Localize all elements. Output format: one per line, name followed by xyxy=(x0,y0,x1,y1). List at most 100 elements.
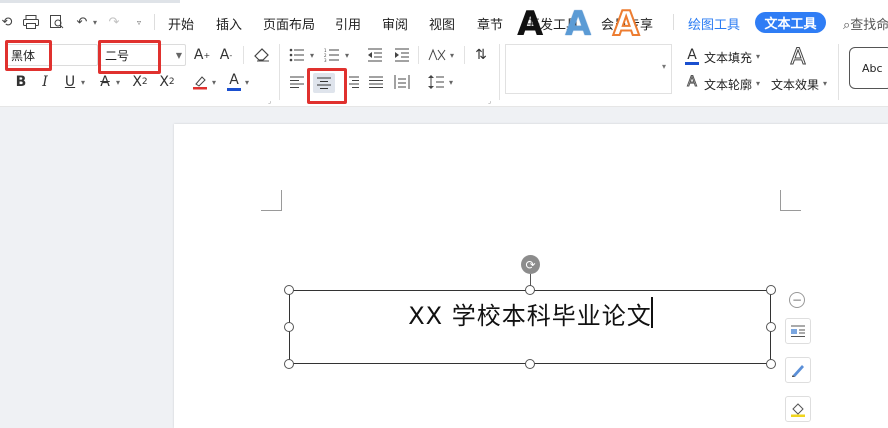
svg-text:3: 3 xyxy=(324,58,327,62)
numbered-list-dropdown-icon[interactable]: ▾ xyxy=(343,46,351,64)
tab-drawing-tools[interactable]: 绘图工具 xyxy=(688,14,740,33)
text-direction-icon[interactable] xyxy=(427,46,447,64)
font-color-icon[interactable]: A xyxy=(226,71,242,89)
shape-style-preview[interactable]: Abc xyxy=(849,47,888,89)
italic-icon[interactable]: I xyxy=(38,73,52,91)
shape-outline-button[interactable] xyxy=(785,357,811,383)
redo-icon[interactable]: ↷ xyxy=(106,12,122,32)
text-caret xyxy=(651,297,653,328)
page-margin-corner-left xyxy=(261,190,282,211)
ribbon-divider xyxy=(838,44,839,100)
tab-review[interactable]: 审阅 xyxy=(382,14,408,33)
grow-font-icon[interactable]: A + xyxy=(193,46,211,64)
text-effect-icon[interactable]: A xyxy=(786,44,810,70)
align-center-highlight xyxy=(307,68,347,104)
ribbon-divider xyxy=(279,44,280,100)
title-strip xyxy=(0,0,180,3)
gallery-more-icon[interactable]: ▾ xyxy=(662,62,666,71)
strikethrough-icon[interactable]: A xyxy=(97,73,113,91)
page-margin-corner-right xyxy=(780,190,801,211)
rotate-handle-icon[interactable]: ⟳ xyxy=(521,255,540,274)
font-group-launcher-icon[interactable]: ⌟ xyxy=(268,97,271,105)
text-fill-color-bar xyxy=(685,62,699,65)
justify-icon[interactable] xyxy=(366,73,386,91)
distribute-icon[interactable] xyxy=(392,73,412,91)
bold-icon[interactable]: B xyxy=(14,73,28,91)
ribbon-divider xyxy=(464,46,465,64)
tab-insert[interactable]: 插入 xyxy=(216,14,242,33)
font-name-highlight xyxy=(5,40,52,71)
subscript-icon[interactable]: X2 xyxy=(157,73,177,91)
collapse-icon[interactable]: − xyxy=(789,292,805,308)
tab-chapter[interactable]: 章节 xyxy=(477,14,503,33)
font-size-dropdown-icon[interactable]: ▼ xyxy=(176,51,182,60)
menu-divider xyxy=(673,14,674,30)
bullet-list-dropdown-icon[interactable]: ▾ xyxy=(308,46,316,64)
text-outline-label[interactable]: 文本轮廓 xyxy=(704,76,752,93)
ribbon-divider xyxy=(418,46,419,64)
text-style-black[interactable]: A xyxy=(517,4,543,44)
text-effect-dropdown-icon[interactable]: ▾ xyxy=(823,79,827,88)
pen-icon xyxy=(792,365,804,377)
highlight-dropdown-icon[interactable]: ▾ xyxy=(210,73,218,91)
text-outline-icon[interactable]: A xyxy=(684,73,700,91)
document-page[interactable] xyxy=(174,124,888,428)
underline-dropdown-icon[interactable]: ▾ xyxy=(79,73,87,91)
increase-indent-icon[interactable] xyxy=(392,46,412,64)
text-effect-label[interactable]: 文本效果 xyxy=(771,76,819,93)
font-color-bar xyxy=(227,88,241,91)
line-spacing-dropdown-icon[interactable]: ▾ xyxy=(447,73,455,91)
search-label: 查找命 xyxy=(850,18,888,33)
undo-icon[interactable]: ↶ xyxy=(74,12,90,32)
align-left-icon[interactable] xyxy=(287,73,307,91)
layout-options-icon xyxy=(791,325,805,337)
text-box-content[interactable]: XX 学校本科毕业论文 xyxy=(289,296,771,331)
print-preview-icon[interactable] xyxy=(48,12,66,32)
resize-handle-bottom-left[interactable] xyxy=(284,359,294,369)
tab-home[interactable]: 开始 xyxy=(168,14,194,33)
sort-icon[interactable]: ⇅ xyxy=(472,46,490,64)
undo-dropdown-icon[interactable]: ▾ xyxy=(90,12,100,32)
shrink-font-icon[interactable]: A- xyxy=(217,46,235,64)
tab-page-layout[interactable]: 页面布局 xyxy=(263,14,315,33)
text-style-blue[interactable]: A xyxy=(565,4,591,44)
font-color-dropdown-icon[interactable]: ▾ xyxy=(243,73,251,91)
clear-formatting-icon[interactable] xyxy=(253,46,271,64)
layout-options-button[interactable] xyxy=(785,318,811,344)
resize-handle-bottom-right[interactable] xyxy=(766,359,776,369)
strikethrough-dropdown-icon[interactable]: ▾ xyxy=(114,73,122,91)
text-fill-dropdown-icon[interactable]: ▾ xyxy=(756,52,760,61)
align-right-icon[interactable] xyxy=(347,73,361,91)
search-command[interactable]: ⌕查找命 xyxy=(843,14,888,33)
print-icon[interactable] xyxy=(22,12,40,32)
highlight-color-icon[interactable] xyxy=(191,73,209,91)
ribbon-divider xyxy=(499,44,500,100)
underline-icon[interactable]: U xyxy=(62,73,78,91)
text-direction-dropdown-icon[interactable]: ▾ xyxy=(448,46,456,64)
resize-handle-top-left[interactable] xyxy=(284,285,294,295)
resize-handle-top[interactable] xyxy=(525,285,535,295)
resize-handle-bottom[interactable] xyxy=(525,359,535,369)
tab-text-tools[interactable]: 文本工具 xyxy=(755,12,826,33)
redo-history-icon[interactable]: ⟲ xyxy=(0,12,14,32)
paragraph-group-launcher-icon[interactable]: ⌟ xyxy=(488,97,491,105)
shape-style-label: Abc xyxy=(862,61,883,75)
menu-divider xyxy=(154,14,155,30)
text-style-orange-outline[interactable]: A xyxy=(612,3,640,45)
bullet-list-icon[interactable] xyxy=(287,46,307,64)
tab-view[interactable]: 视图 xyxy=(429,14,455,33)
line-spacing-icon[interactable] xyxy=(426,73,446,91)
decrease-indent-icon[interactable] xyxy=(365,46,385,64)
text-outline-dropdown-icon[interactable]: ▾ xyxy=(756,79,760,88)
resize-handle-top-right[interactable] xyxy=(766,285,776,295)
tab-references[interactable]: 引用 xyxy=(335,14,361,33)
customize-toolbar-icon[interactable]: ▿ xyxy=(132,12,146,32)
shape-fill-button[interactable] xyxy=(785,396,811,422)
text-style-gallery[interactable] xyxy=(505,44,672,94)
ribbon-divider xyxy=(243,46,244,64)
text-fill-label[interactable]: 文本填充 xyxy=(704,49,752,66)
paint-bucket-icon xyxy=(791,403,805,417)
numbered-list-icon[interactable]: 123 xyxy=(322,46,342,64)
font-size-highlight xyxy=(98,40,161,74)
superscript-icon[interactable]: X2 xyxy=(130,73,150,91)
